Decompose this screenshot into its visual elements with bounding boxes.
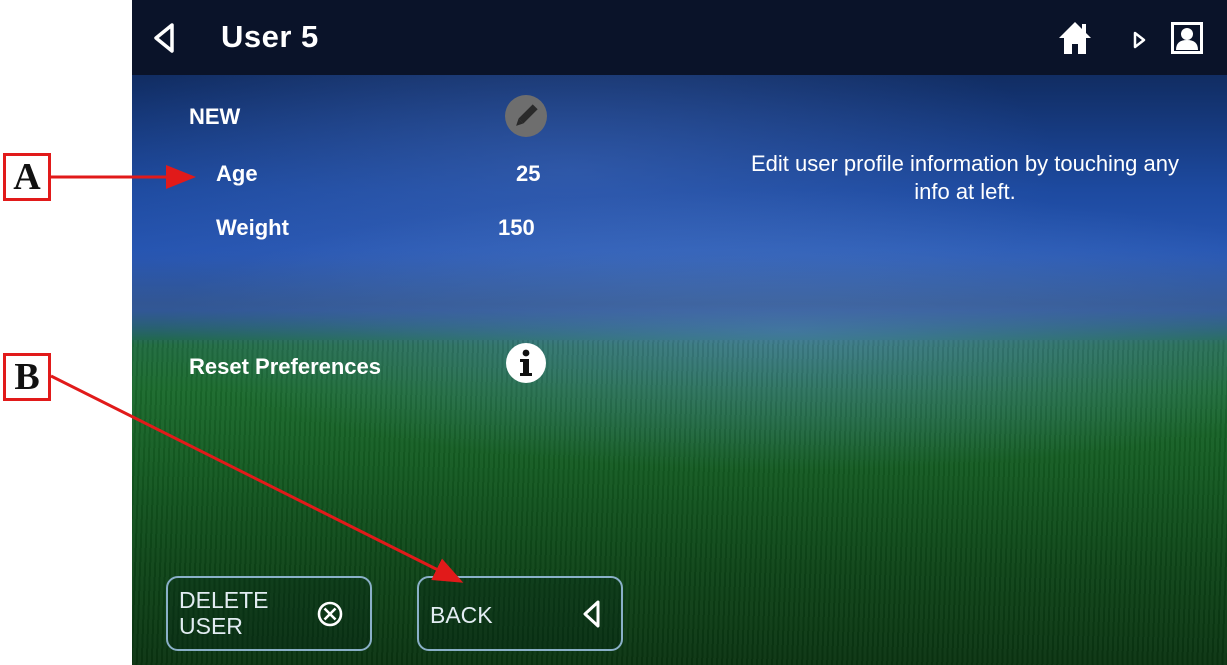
delete-x-circle-icon <box>317 601 343 627</box>
age-value[interactable]: 25 <box>516 161 540 187</box>
weight-label[interactable]: Weight <box>216 215 289 241</box>
device-screen: User 5 NEW Age 25 Weight 150 Reset Prefe… <box>132 0 1227 665</box>
back-arrow-icon <box>583 600 600 628</box>
page-title: User 5 <box>221 19 319 54</box>
help-text: Edit user profile information by touchin… <box>750 151 1179 204</box>
next-arrow-icon[interactable] <box>1132 31 1146 49</box>
pencil-icon <box>516 104 538 126</box>
reset-preferences[interactable]: Reset Preferences <box>189 354 381 380</box>
home-icon[interactable] <box>1058 20 1092 56</box>
back-button[interactable]: BACK <box>417 576 623 651</box>
edit-button[interactable] <box>505 95 547 137</box>
callout-b: B <box>3 353 51 401</box>
back-label: BACK <box>430 602 493 628</box>
delete-user-button[interactable]: DELETE USER <box>166 576 372 651</box>
user-profile-icon[interactable] <box>1171 22 1203 54</box>
delete-user-label: DELETE USER <box>179 587 299 639</box>
header-bar: User 5 <box>132 0 1227 75</box>
back-arrow-icon[interactable] <box>152 22 178 54</box>
info-icon <box>520 349 532 376</box>
weight-value[interactable]: 150 <box>498 215 535 241</box>
callout-a: A <box>3 153 51 201</box>
delete-label-line-2: USER <box>179 613 243 639</box>
age-label[interactable]: Age <box>216 161 258 187</box>
profile-name[interactable]: NEW <box>189 104 240 130</box>
info-button[interactable] <box>506 343 546 383</box>
delete-label-line-1: DELETE <box>179 587 269 613</box>
